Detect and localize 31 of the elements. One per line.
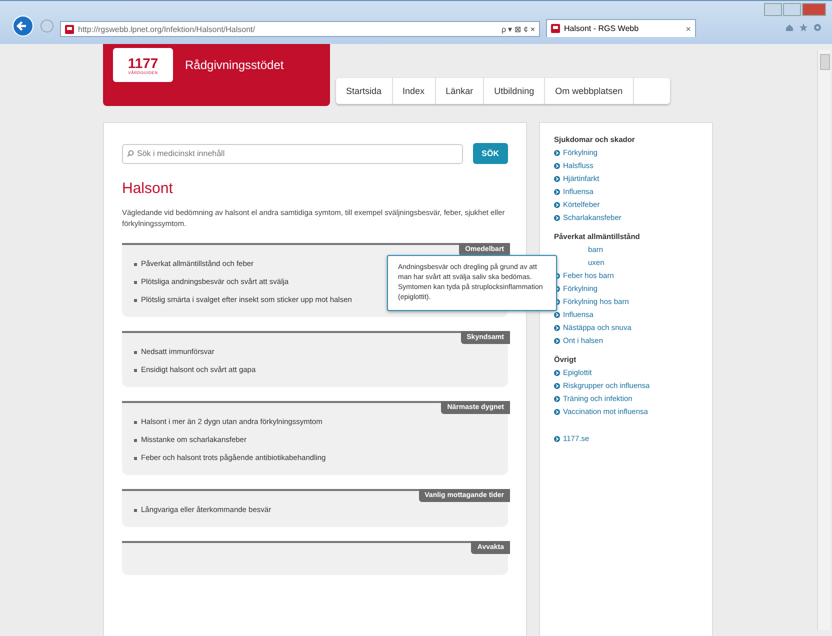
search-field[interactable]: Sök i medicinskt innehåll <box>122 144 463 164</box>
star-icon[interactable] <box>799 23 808 32</box>
bullet-icon <box>134 299 137 302</box>
nav-link[interactable]: Utbildning <box>484 78 546 104</box>
forward-button[interactable] <box>40 19 54 33</box>
nav-link[interactable]: Länkar <box>436 78 484 104</box>
bullet-icon <box>134 263 137 266</box>
nav-link[interactable]: Om webbplatsen <box>545 78 634 104</box>
maximize-button[interactable] <box>783 3 801 16</box>
settings-icon[interactable] <box>813 23 822 32</box>
home-icon[interactable] <box>785 23 794 32</box>
page-title: Halsont <box>122 180 174 197</box>
minimize-button[interactable] <box>764 3 782 16</box>
nav-link[interactable]: Index <box>392 78 436 104</box>
search-icon <box>127 150 134 156</box>
nav-link[interactable]: Startsida <box>336 78 393 104</box>
bullet-icon <box>134 369 137 372</box>
bullet-icon <box>134 457 137 460</box>
site-favicon-icon <box>65 24 74 34</box>
bullet-icon <box>134 351 137 354</box>
browser-tab[interactable]: Halsont - RGS Webb × <box>546 19 696 37</box>
bullet-icon <box>134 439 137 442</box>
bullet-icon <box>134 509 137 512</box>
search-button[interactable]: SÖK <box>472 143 508 164</box>
back-button[interactable] <box>12 15 34 37</box>
address-bar[interactable]: http://rgswebb.lpnet.org/Infektion/Halsont/Halsont/ ρ ▾ ⊠ ¢ × <box>60 21 540 37</box>
bullet-icon <box>134 281 137 284</box>
site-favicon-icon <box>551 24 560 33</box>
site-title: Rådgivningsstödet <box>185 58 284 72</box>
close-button[interactable] <box>802 3 826 16</box>
bullet-icon <box>134 421 137 424</box>
